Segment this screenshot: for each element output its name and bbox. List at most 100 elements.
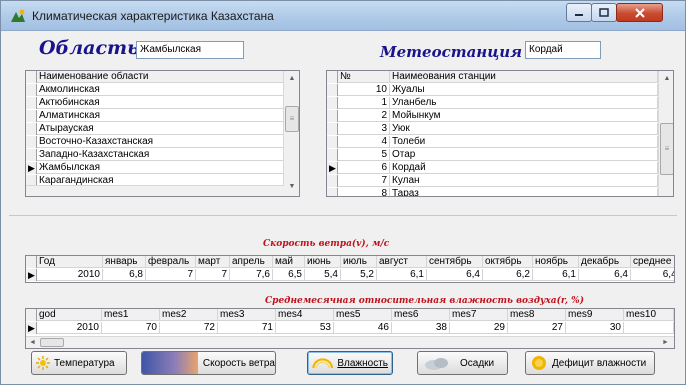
data-cell[interactable]: 72	[160, 322, 218, 334]
humidity-grid[interactable]: god mes1 mes2 mes3 mes4 mes5 mes6 mes7 mes8 mes9 m…	[25, 308, 675, 349]
scroll-up-icon[interactable]: ▲	[284, 71, 299, 87]
data-cell[interactable]: 46	[334, 322, 392, 334]
data-cell[interactable]: 6,4	[427, 269, 483, 281]
column-header[interactable]: mes6	[392, 309, 450, 321]
humidity-button[interactable]: Влажность	[307, 351, 393, 375]
column-header[interactable]: сентябрь	[427, 256, 483, 268]
column-header[interactable]: август	[377, 256, 427, 268]
column-header[interactable]: апрель	[230, 256, 273, 268]
region-field[interactable]: Жамбылская	[136, 41, 244, 59]
table-row[interactable]: Атырауская	[26, 123, 284, 135]
column-header[interactable]: mes3	[218, 309, 276, 321]
data-cell[interactable]: 6,4р.	[631, 269, 674, 281]
station-number-cell[interactable]: 6	[338, 162, 390, 174]
table-row[interactable]: ▶ Жамбылская	[26, 162, 284, 174]
column-header[interactable]: mes9	[566, 309, 624, 321]
data-cell[interactable]: 6,1	[377, 269, 427, 281]
station-number-cell[interactable]: 5	[338, 149, 390, 161]
table-row[interactable]: 1 Уланбель	[327, 97, 658, 109]
data-cell[interactable]: 7,6	[230, 269, 273, 281]
column-header[interactable]: mes1	[102, 309, 160, 321]
station-number-cell[interactable]: 10	[338, 84, 390, 96]
data-cell[interactable]: 7	[196, 269, 230, 281]
scroll-left-icon[interactable]: ◄	[29, 337, 36, 348]
column-header[interactable]: mes5	[334, 309, 392, 321]
data-cell[interactable]: 70	[102, 322, 160, 334]
precipitation-button[interactable]: Осадки	[417, 351, 508, 375]
station-name-cell[interactable]: Отар	[390, 149, 658, 161]
data-cell[interactable]: 5,2	[341, 269, 377, 281]
title-bar[interactable]: Климатическая характеристика Казахстана	[1, 1, 685, 31]
region-name-cell[interactable]: Восточно-Казахстанская	[37, 136, 284, 148]
station-name-cell[interactable]: Толеби	[390, 136, 658, 148]
table-row[interactable]: Западно-Казахстанская	[26, 149, 284, 161]
column-header[interactable]: mes4	[276, 309, 334, 321]
region-name-cell[interactable]: Актюбинская	[37, 97, 284, 109]
column-header[interactable]: god	[37, 309, 102, 321]
regions-horizontal-scrollbar[interactable]	[26, 185, 284, 196]
maximize-button[interactable]	[591, 3, 617, 22]
data-cell[interactable]: 71	[218, 322, 276, 334]
wind-grid[interactable]: Год январь февраль март апрель май июнь июль авг…	[25, 255, 675, 283]
close-button[interactable]	[616, 3, 663, 22]
table-row[interactable]: 3 Уюк	[327, 123, 658, 135]
regions-grid[interactable]: Наименование области Акмолинская Актюбинс…	[25, 70, 300, 197]
minimize-button[interactable]	[566, 3, 592, 22]
data-cell[interactable]	[624, 322, 674, 334]
table-row[interactable]: Акмолинская	[26, 84, 284, 96]
station-field[interactable]: Кордай	[525, 41, 601, 59]
column-header[interactable]: mes2	[160, 309, 218, 321]
station-number-cell[interactable]: 2	[338, 110, 390, 122]
table-row[interactable]: 7 Кулан	[327, 175, 658, 187]
column-header[interactable]: июнь	[305, 256, 341, 268]
station-number-cell[interactable]: 4	[338, 136, 390, 148]
station-name-cell[interactable]: Тараз	[390, 188, 658, 196]
station-name-cell[interactable]: Уланбель	[390, 97, 658, 109]
scroll-right-icon[interactable]: ►	[662, 337, 669, 348]
table-row[interactable]: 2 Мойынкум	[327, 110, 658, 122]
station-name-cell[interactable]: Кордай	[390, 162, 658, 174]
column-header[interactable]: май	[273, 256, 305, 268]
column-header[interactable]: mes8	[508, 309, 566, 321]
humidity-deficit-button[interactable]: Дефицит влажности	[525, 351, 655, 375]
scroll-thumb[interactable]	[40, 338, 64, 347]
region-name-cell[interactable]: Атырауская	[37, 123, 284, 135]
data-cell[interactable]: 27	[508, 322, 566, 334]
data-cell[interactable]: 6,4	[579, 269, 631, 281]
data-cell[interactable]: 6,2	[483, 269, 533, 281]
column-header[interactable]: октябрь	[483, 256, 533, 268]
data-cell[interactable]: 2010	[37, 322, 102, 334]
regions-column-header[interactable]: Наименование области	[37, 71, 284, 83]
table-row[interactable]: 10 Жуалы	[327, 84, 658, 96]
station-name-cell[interactable]: Жуалы	[390, 84, 658, 96]
wind-speed-button[interactable]: Скорость ветра	[141, 351, 276, 375]
stations-vertical-scrollbar[interactable]: ▲ ≡	[658, 71, 673, 196]
stations-grid[interactable]: № Наимеования станции 10 Жуалы 1 Уланбель 2 М…	[326, 70, 674, 197]
table-row[interactable]: 5 Отар	[327, 149, 658, 161]
column-header[interactable]: март	[196, 256, 230, 268]
station-name-cell[interactable]: Уюк	[390, 123, 658, 135]
station-number-cell[interactable]: 7	[338, 175, 390, 187]
column-header[interactable]: среднее	[631, 256, 674, 268]
regions-vertical-scrollbar[interactable]: ▲ ≡ ▼	[283, 71, 299, 196]
humidity-horizontal-scrollbar[interactable]: ◄ ►	[26, 336, 674, 348]
table-row[interactable]: Восточно-Казахстанская	[26, 136, 284, 148]
data-cell[interactable]: 6,1	[533, 269, 579, 281]
column-header[interactable]: mes10	[624, 309, 674, 321]
station-name-cell[interactable]: Кулан	[390, 175, 658, 187]
stations-name-header[interactable]: Наимеования станции	[390, 71, 658, 83]
data-cell[interactable]: 5,4	[305, 269, 341, 281]
table-row[interactable]: ▶ 6 Кордай	[327, 162, 658, 174]
region-name-cell[interactable]: Акмолинская	[37, 84, 284, 96]
scroll-up-icon[interactable]: ▲	[659, 71, 673, 87]
station-number-cell[interactable]: 8	[338, 188, 390, 196]
column-header[interactable]: июль	[341, 256, 377, 268]
data-cell[interactable]: 29	[450, 322, 508, 334]
data-cell[interactable]: 2010	[37, 269, 103, 281]
table-row[interactable]: Актюбинская	[26, 97, 284, 109]
column-header[interactable]: январь	[103, 256, 146, 268]
table-row[interactable]: Алматинская	[26, 110, 284, 122]
data-cell[interactable]: 38	[392, 322, 450, 334]
temperature-button[interactable]: Температура	[31, 351, 127, 375]
table-row[interactable]: 4 Толеби	[327, 136, 658, 148]
